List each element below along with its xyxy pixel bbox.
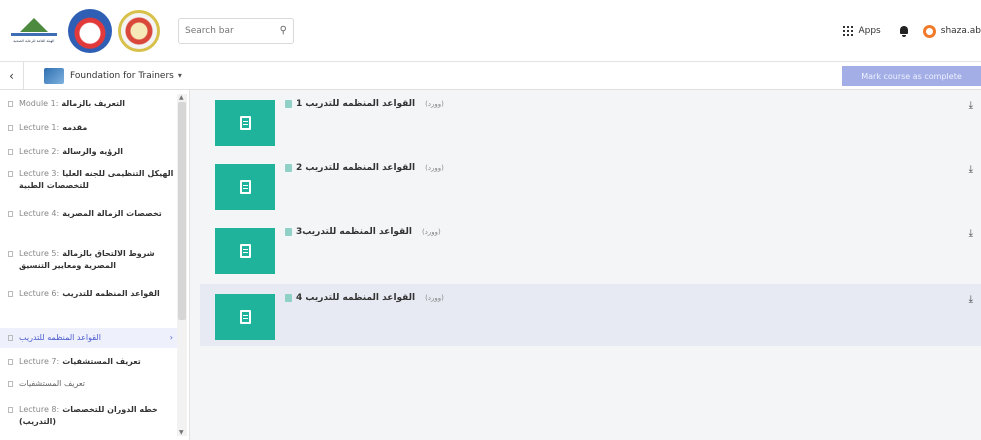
- file-type: (وورد): [425, 100, 444, 108]
- scroll-thumb[interactable]: [178, 102, 186, 320]
- top-right-controls: Apps shaza.ab: [843, 0, 981, 62]
- file-type: (وورد): [425, 164, 444, 172]
- healthcare-authority-logo[interactable]: الهيئة العامة للرعاية الصحية: [6, 9, 62, 53]
- ministry-logo: [68, 8, 112, 53]
- search-input[interactable]: [185, 25, 265, 36]
- user-menu[interactable]: shaza.ab: [922, 24, 981, 38]
- download-icon[interactable]: ⤓: [969, 228, 973, 239]
- file-type: (وورد): [422, 228, 441, 236]
- file-tile[interactable]: [215, 294, 275, 340]
- sidebar-item[interactable]: Module 1: التعريف بالزمالة: [0, 98, 177, 110]
- bell-icon[interactable]: [899, 25, 909, 37]
- file-name[interactable]: القواعد المنظمه للتدريب 4: [296, 293, 415, 303]
- mark-complete-button[interactable]: Mark course as complete: [842, 66, 981, 86]
- apps-button[interactable]: Apps: [843, 26, 881, 36]
- fellowship-logo: [118, 9, 160, 52]
- word-file-icon: [285, 294, 292, 302]
- file-tile[interactable]: [215, 100, 275, 146]
- sidebar-item[interactable]: Lecture 1: مقدمه: [0, 122, 177, 134]
- course-title[interactable]: Foundation for Trainers: [70, 71, 174, 81]
- download-icon[interactable]: ⤓: [969, 100, 973, 111]
- sidebar-item[interactable]: Lecture 3: الهيكل التنظيمى للجنه العليا ل…: [0, 168, 177, 192]
- chevron-down-icon[interactable]: ▾: [178, 71, 182, 80]
- file-row-selected[interactable]: القواعد المنظمه للتدريب 4 (وورد) ⤓: [200, 284, 981, 346]
- sidebar-item[interactable]: Lecture 5: شروط الالتحاق بالزمالة المصرية…: [0, 248, 177, 272]
- sidebar-item[interactable]: Lecture 8: خطه الدوران للتخصصات (التدريب): [0, 404, 177, 428]
- word-file-icon: [285, 228, 292, 236]
- file-tile[interactable]: [215, 164, 275, 210]
- course-bar: ‹ Foundation for Trainers ▾ ⤢ Mark cours…: [0, 61, 981, 90]
- course-sidebar: Module 1: التعريف بالزمالة Lecture 1: مقدم…: [0, 90, 190, 440]
- document-icon: [239, 116, 251, 130]
- scroll-down-icon[interactable]: ▼: [179, 429, 184, 436]
- download-icon[interactable]: ⤓: [969, 294, 973, 305]
- file-list: القواعد المنظمه للتدريب 1 (وورد) ⤓ القوا…: [200, 90, 981, 440]
- file-type: (وورد): [425, 294, 444, 302]
- sidebar-item[interactable]: Lecture 7: تعريف المستشفيات: [0, 356, 177, 368]
- file-name[interactable]: القواعد المنظمه للتدريب 2: [296, 163, 415, 173]
- course-thumbnail: [44, 67, 64, 84]
- avatar: [922, 24, 936, 38]
- file-tile[interactable]: [215, 228, 275, 274]
- sidebar-item[interactable]: Lecture 2: الرؤيه والرسالة: [0, 146, 177, 158]
- file-name[interactable]: القواعد المنظمه للتدريب3: [296, 227, 412, 237]
- grid-icon: [843, 26, 854, 36]
- user-name: shaza.ab: [940, 26, 981, 36]
- word-file-icon: [285, 164, 292, 172]
- document-icon: [239, 244, 251, 258]
- file-row[interactable]: القواعد المنظمه للتدريب 2 (وورد) ⤓: [200, 154, 981, 216]
- top-bar: الهيئة العامة للرعاية الصحية ⚲ Apps shaz…: [0, 0, 981, 62]
- word-file-icon: [285, 100, 292, 108]
- sidebar-item[interactable]: Lecture 4: تخصصات الزمالة المصرية: [0, 208, 177, 220]
- document-icon: [239, 310, 251, 324]
- document-icon: [239, 180, 251, 194]
- search-icon[interactable]: ⚲: [280, 25, 287, 36]
- sidebar-item[interactable]: تعريف المستشفيات: [0, 378, 177, 390]
- file-row[interactable]: القواعد المنظمه للتدريب3 (وورد) ⤓: [200, 218, 981, 280]
- sidebar-scrollbar[interactable]: ▲ ▼: [177, 94, 187, 436]
- scroll-up-icon[interactable]: ▲: [179, 94, 184, 101]
- sidebar-item[interactable]: Lecture 6: القواعد المنظمه للتدريب: [0, 288, 177, 300]
- file-name[interactable]: القواعد المنظمه للتدريب 1: [296, 99, 415, 109]
- mountain-icon: [20, 18, 48, 32]
- logos: الهيئة العامة للرعاية الصحية: [6, 8, 160, 53]
- logo-caption: الهيئة العامة للرعاية الصحية: [13, 38, 55, 43]
- chevron-right-icon: ›: [169, 333, 173, 342]
- download-icon[interactable]: ⤓: [969, 164, 973, 175]
- apps-label: Apps: [858, 26, 881, 36]
- back-button[interactable]: ‹: [0, 61, 24, 90]
- search-box[interactable]: ⚲: [178, 17, 294, 44]
- file-row[interactable]: القواعد المنظمه للتدريب 1 (وورد) ⤓: [200, 90, 981, 152]
- sidebar-item-active[interactable]: القواعد المنظمه للتدريب ›: [0, 328, 177, 348]
